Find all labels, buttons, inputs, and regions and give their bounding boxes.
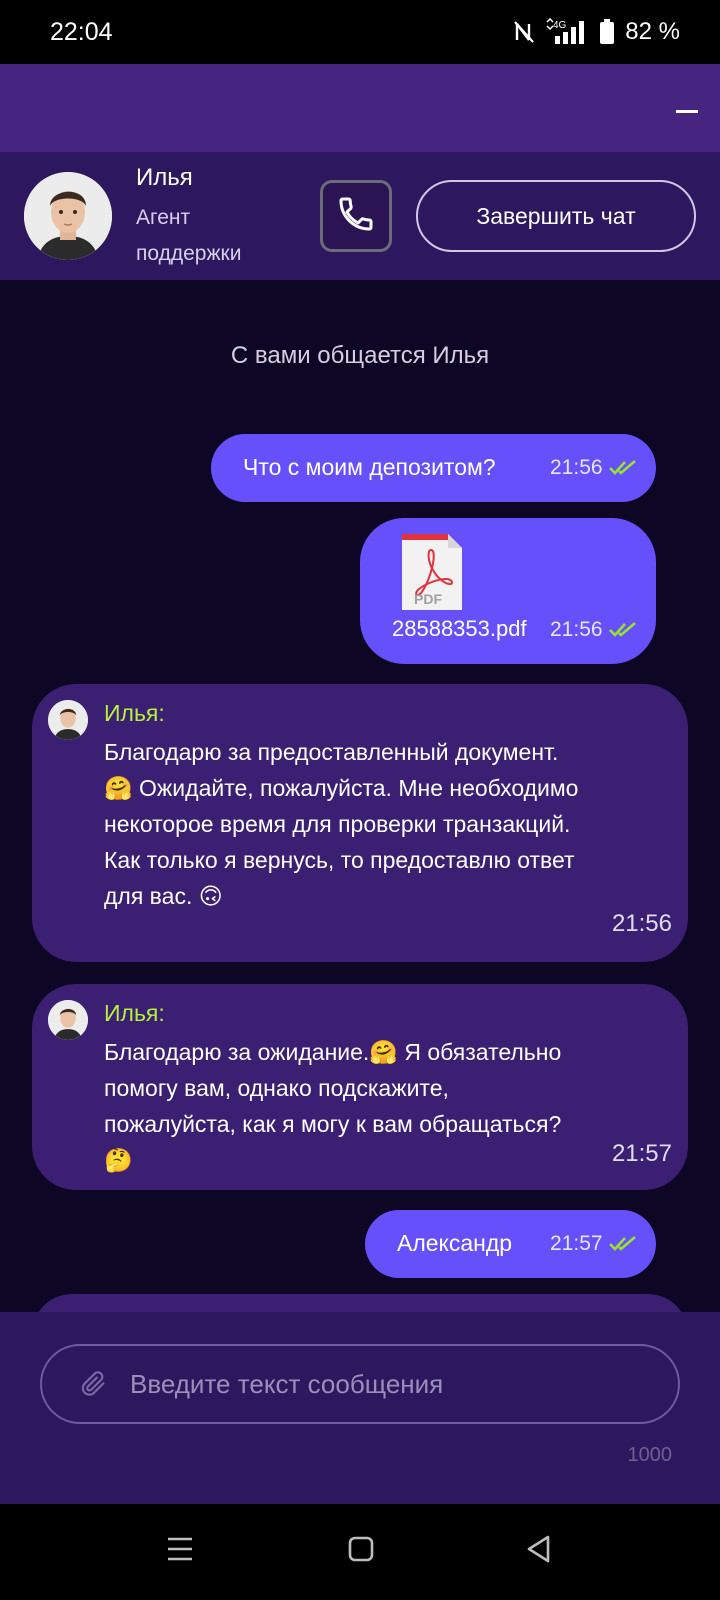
message-time: 21:56 [611,910,672,937]
outgoing-file-message[interactable]: PDF 28588353.pdf 21:56 [360,518,656,664]
battery-icon [599,19,615,45]
message-author: Илья: [104,1000,165,1026]
agent-avatar [24,172,112,260]
home-icon[interactable] [347,1534,375,1569]
message-time: 21:56 [550,456,603,479]
message-time: 21:57 [611,1140,672,1167]
message-text: Александр [397,1230,513,1256]
double-check-icon [609,1234,639,1259]
double-check-icon [609,458,639,483]
agent-role: Агент поддержки [136,206,242,265]
incoming-message[interactable]: Илья: Благодарю за предоставленный докум… [32,684,688,962]
back-icon[interactable] [524,1534,552,1569]
paperclip-icon[interactable] [80,1370,108,1403]
chat-window-bar [0,64,720,152]
message-time: 21:57 [550,1232,603,1255]
status-icons: 4G 82 % [513,18,680,46]
message-time: 21:56 [550,618,603,641]
double-check-icon [609,620,639,645]
char-counter: 1000 [627,1444,673,1466]
phone-icon [336,194,376,239]
status-bar: 22:04 4G 82 % [0,0,720,64]
signal-icon: 4G [545,18,589,46]
agent-avatar-small [48,1000,88,1040]
outgoing-message[interactable]: Александр 21:57 [365,1210,656,1278]
file-name[interactable]: 28588353.pdf [392,616,527,642]
pdf-file-icon[interactable]: PDF [400,532,464,617]
battery-percent: 82 % [625,18,680,45]
agent-avatar-small [48,700,88,740]
chat-messages[interactable]: С вами общается Илья Что с моим депозито… [0,280,720,1312]
status-time: 22:04 [50,17,113,46]
agent-name: Илья [136,164,193,191]
message-composer: 1000 [0,1312,720,1504]
recents-icon[interactable] [166,1534,194,1569]
svg-text:PDF: PDF [414,591,442,607]
minimize-button[interactable] [676,110,698,113]
call-button[interactable] [320,180,392,252]
message-field[interactable] [40,1344,680,1424]
end-chat-button[interactable]: Завершить чат [416,180,696,252]
incoming-message[interactable]: Илья: Благодарю за ожидание.🤗 Я обязател… [32,984,688,1190]
message-text: Благодарю за предоставленный документ.🤗 … [104,739,579,909]
message-input[interactable] [130,1346,660,1422]
nfc-icon [513,20,535,44]
agent-header: Илья Агент поддержки Завершить чат [0,152,720,280]
message-author: Илья: [104,700,165,726]
outgoing-message[interactable]: Что с моим депозитом? 21:56 [211,434,656,502]
incoming-message-partial[interactable] [32,1294,688,1312]
system-nav-bar [0,1504,720,1600]
message-text: Благодарю за ожидание.🤗 Я обязательно по… [104,1039,562,1173]
message-text: Что с моим депозитом? [243,454,496,480]
system-note: С вами общается Илья [230,342,490,369]
svg-text:4G: 4G [553,20,567,31]
